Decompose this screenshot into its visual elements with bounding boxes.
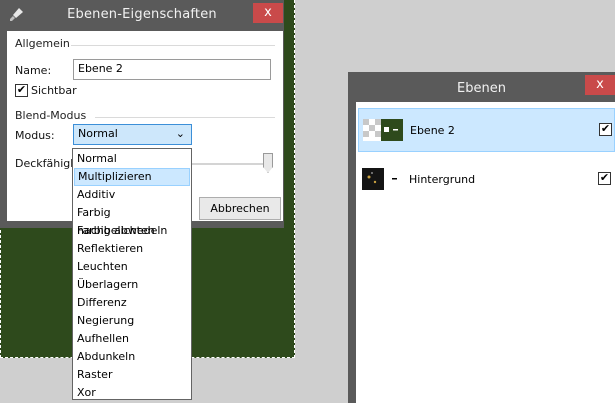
- visible-checkbox[interactable]: ✔: [15, 84, 28, 97]
- cancel-button[interactable]: Abbrechen: [199, 197, 281, 220]
- layer-row-ebene-2[interactable]: Ebene 2 ✔: [358, 108, 615, 152]
- dropdown-item-hovered[interactable]: Multiplizieren: [74, 168, 190, 186]
- blend-section-label: Blend-Modus: [15, 109, 87, 122]
- dialog-title: Ebenen-Eigenschaften: [67, 7, 217, 22]
- dropdown-item[interactable]: Normal: [74, 150, 190, 168]
- layer-name: Ebene 2: [410, 124, 455, 137]
- layer-row-hintergrund[interactable]: Hintergrund ✔: [358, 158, 615, 202]
- opacity-label: Deckfähigk: [15, 157, 77, 170]
- general-section-label: Allgemein: [15, 37, 70, 50]
- dropdown-item[interactable]: Aufhellen: [74, 330, 190, 348]
- dropdown-item[interactable]: Negierung: [74, 312, 190, 330]
- name-label: Name:: [15, 64, 52, 77]
- dropdown-item[interactable]: Farbig nachbelichten: [74, 204, 190, 237]
- layer-visibility-checkbox[interactable]: ✔: [598, 172, 611, 185]
- dropdown-item[interactable]: Xor: [74, 384, 190, 402]
- dropdown-item[interactable]: Raster: [74, 366, 190, 384]
- blend-mode-value: Normal: [78, 127, 118, 140]
- blend-mode-dropdown: Normal Multiplizieren Additiv Farbig nac…: [72, 148, 192, 400]
- dropdown-item[interactable]: Farbig abwedeln: [74, 222, 190, 240]
- dropdown-item[interactable]: Abdunkeln: [74, 348, 190, 366]
- visible-label: Sichtbar: [31, 84, 77, 97]
- layer-visibility-checkbox[interactable]: ✔: [599, 123, 612, 136]
- dropdown-item[interactable]: Leuchten: [74, 258, 190, 276]
- opacity-slider-thumb[interactable]: [263, 153, 273, 173]
- layers-panel: Ebenen x Ebene 2 ✔ Hintergrund ✔: [348, 72, 615, 403]
- mode-label: Modus:: [15, 129, 55, 142]
- section-divider: [95, 117, 275, 118]
- layers-panel-title: Ebenen: [457, 81, 506, 96]
- name-input[interactable]: Ebene 2: [73, 59, 271, 80]
- dropdown-item[interactable]: Additiv: [74, 186, 190, 204]
- close-button[interactable]: x: [253, 3, 283, 23]
- blend-mode-select[interactable]: Normal ⌄: [73, 124, 192, 145]
- dropdown-item[interactable]: Überlagern: [74, 276, 190, 294]
- chevron-down-icon: ⌄: [175, 127, 185, 140]
- layers-list: Ebene 2 ✔ Hintergrund ✔: [356, 102, 615, 403]
- layer-thumbnail: [362, 168, 402, 190]
- dropdown-item[interactable]: Differenz: [74, 294, 190, 312]
- section-divider: [71, 45, 275, 46]
- layer-name: Hintergrund: [409, 173, 476, 186]
- dialog-titlebar[interactable]: Ebenen-Eigenschaften x: [0, 0, 284, 30]
- close-button[interactable]: x: [585, 75, 615, 95]
- opacity-slider-track[interactable]: [187, 163, 273, 165]
- layer-thumbnail: [363, 119, 403, 141]
- dropdown-item[interactable]: Reflektieren: [74, 240, 190, 258]
